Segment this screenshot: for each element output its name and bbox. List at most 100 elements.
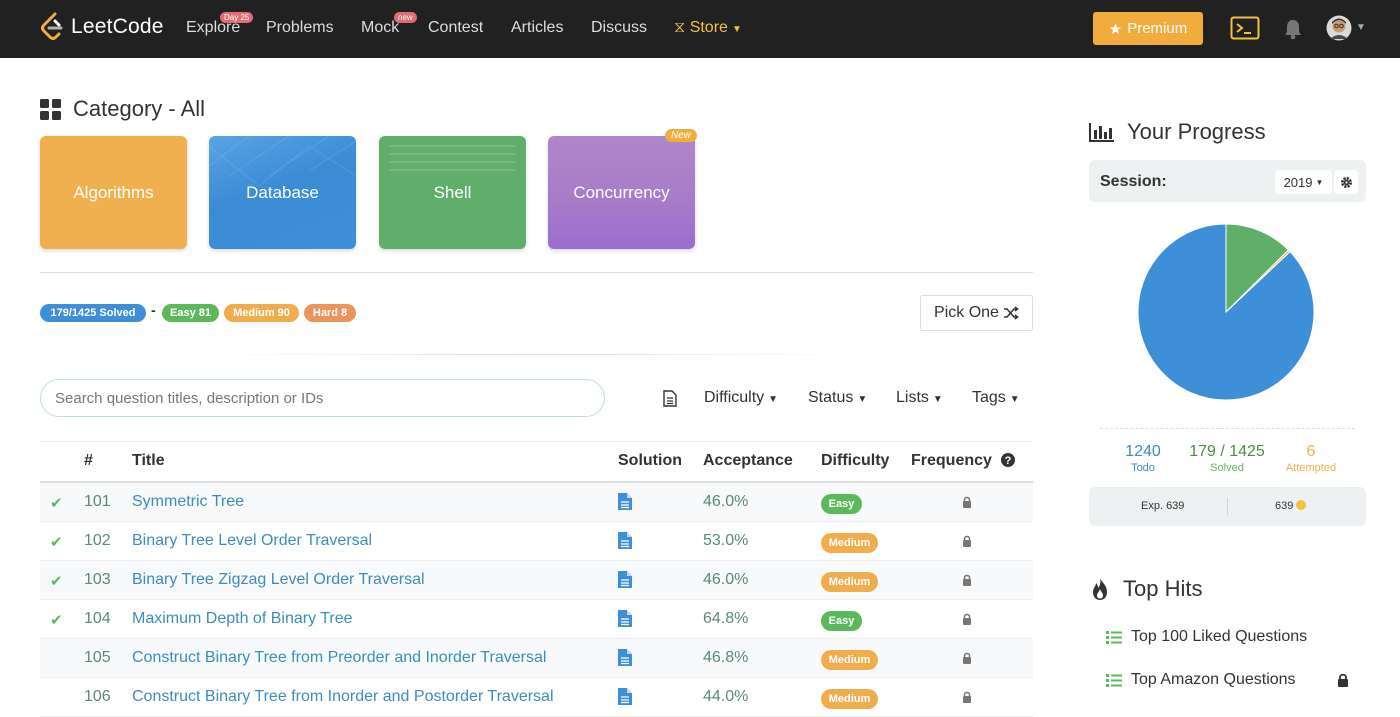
header-frequency[interactable]: Frequency ? [911, 452, 1016, 470]
progress-pie-chart [1137, 223, 1315, 401]
top-hits-header: Top Hits [1089, 576, 1202, 602]
session-select[interactable]: 2019 ▼ [1275, 170, 1332, 194]
table-row[interactable]: ✔ 102 Binary Tree Level Order Traversal 53.… [40, 522, 1033, 561]
header-acceptance[interactable]: Acceptance [703, 452, 793, 470]
solved-check-icon: ✔ [50, 573, 63, 590]
header-title[interactable]: Title [132, 452, 165, 470]
table-row[interactable]: 106 Construct Binary Tree from Inorder an… [40, 678, 1033, 717]
premium-button[interactable]: ★ Premium [1093, 12, 1203, 45]
shuffle-icon [1003, 306, 1019, 320]
tags-filter[interactable]: Tags ▼ [972, 389, 1020, 407]
divider [210, 354, 860, 355]
list-icon [1106, 673, 1122, 687]
chevron-down-icon: ▼ [932, 394, 943, 405]
lists-filter-label: Lists [896, 389, 929, 406]
gear-icon [1340, 176, 1352, 188]
header-difficulty[interactable]: Difficulty [821, 452, 889, 470]
nav-explore[interactable]: Explore Day 25 [186, 12, 254, 37]
nav-store[interactable]: ⧖ Store ▼ [674, 19, 742, 37]
session-value: 2019 [1283, 174, 1313, 190]
category-tile-algorithms[interactable]: Algorithms [40, 136, 187, 249]
chevron-down-icon: ▼ [731, 24, 742, 35]
question-title-link[interactable]: Symmetric Tree [132, 493, 244, 511]
bell-icon[interactable] [1284, 18, 1302, 40]
attempted-label: Attempted [1285, 462, 1337, 474]
solved-label: Solved [1210, 462, 1244, 474]
attempted-stat: 6 Attempted [1271, 443, 1351, 474]
premium-label: Premium [1127, 20, 1188, 37]
difficulty-badge: Medium [821, 689, 878, 709]
nav-contest[interactable]: Contest [428, 19, 483, 37]
table-row[interactable]: ✔ 101 Symmetric Tree 46.0% Easy [40, 483, 1033, 522]
acceptance-rate: 44.0% [703, 688, 749, 705]
lock-icon [963, 691, 971, 703]
table-row[interactable]: ✔ 103 Binary Tree Zigzag Level Order Trave… [40, 561, 1033, 600]
question-title-link[interactable]: Maximum Depth of Binary Tree [132, 610, 353, 628]
question-title-link[interactable]: Binary Tree Zigzag Level Order Traversal [132, 571, 425, 589]
easy-count-badge: Easy 81 [162, 304, 219, 322]
lists-filter[interactable]: Lists ▼ [896, 389, 943, 407]
category-title: Category - All [73, 96, 206, 121]
status-filter[interactable]: Status ▼ [808, 389, 867, 407]
nav-problems[interactable]: Problems [266, 19, 334, 37]
progress-header: Your Progress [1089, 119, 1266, 145]
category-tile-label: Shell [433, 182, 472, 202]
category-tile-concurrency[interactable]: Concurrency [548, 136, 695, 249]
tags-filter-label: Tags [972, 389, 1006, 406]
table-row[interactable]: ✔ 104 Maximum Depth of Binary Tree 64.8% Eas… [40, 600, 1033, 639]
session-settings-button[interactable] [1334, 170, 1358, 194]
help-icon[interactable]: ? [1001, 453, 1016, 467]
terminal-icon[interactable] [1230, 16, 1260, 40]
chevron-down-icon: ▼ [857, 394, 868, 405]
nav-discuss[interactable]: Discuss [591, 19, 647, 37]
divider [1100, 428, 1355, 429]
solution-document-icon[interactable] [618, 610, 632, 627]
star-icon: ★ [1108, 20, 1123, 38]
logo[interactable]: LeetCode [40, 12, 164, 42]
difficulty-badge: Medium [821, 533, 878, 553]
header-solution[interactable]: Solution [618, 452, 682, 470]
header-number[interactable]: # [84, 452, 93, 470]
nav-mock[interactable]: Mock new [361, 12, 417, 37]
difficulty-filter[interactable]: Difficulty ▼ [704, 389, 778, 407]
solution-document-icon[interactable] [618, 493, 632, 510]
category-tile-shell[interactable]: Shell [379, 136, 526, 249]
lock-icon [963, 496, 971, 508]
top-hit-label: Top 100 Liked Questions [1131, 628, 1308, 645]
avatar[interactable] [1326, 15, 1352, 41]
document-icon[interactable] [663, 390, 677, 407]
question-title-link[interactable]: Binary Tree Level Order Traversal [132, 532, 372, 550]
nav-store-label: Store [689, 19, 728, 36]
divider [1227, 498, 1228, 516]
header-frequency-label: Frequency [911, 452, 992, 469]
nav-mock-label: Mock [361, 19, 400, 36]
nav-articles[interactable]: Articles [511, 19, 563, 37]
category-tile-label: Concurrency [573, 182, 670, 202]
pick-one-label: Pick One [934, 304, 999, 321]
question-title-link[interactable]: Construct Binary Tree from Inorder and P… [132, 688, 554, 706]
coins-display: 639 [1275, 500, 1307, 512]
lock-icon [963, 574, 971, 586]
solution-document-icon[interactable] [618, 532, 632, 549]
solution-document-icon[interactable] [618, 649, 632, 666]
solution-document-icon[interactable] [618, 688, 632, 705]
solved-check-icon: ✔ [50, 495, 63, 512]
acceptance-rate: 46.0% [703, 493, 749, 510]
question-title-link[interactable]: Construct Binary Tree from Preorder and … [132, 649, 546, 667]
question-id: 101 [84, 493, 111, 510]
table-row[interactable]: 105 Construct Binary Tree from Preorder a… [40, 639, 1033, 678]
category-tile-database[interactable]: Database [209, 136, 356, 249]
question-id: 105 [84, 649, 111, 666]
solution-document-icon[interactable] [618, 571, 632, 588]
top-hit-label: Top Amazon Questions [1131, 671, 1296, 688]
logo-text: LeetCode [71, 15, 164, 38]
difficulty-badge: Easy [821, 494, 862, 514]
pick-one-button[interactable]: Pick One [920, 295, 1033, 331]
chevron-down-icon[interactable]: ▼ [1356, 22, 1366, 33]
experience-box: Exp. 639 639 [1089, 487, 1366, 526]
category-header: Category - All [40, 96, 205, 122]
top-hit-item[interactable]: Top Amazon Questions [1106, 671, 1296, 689]
top-hit-item[interactable]: Top 100 Liked Questions [1106, 628, 1307, 646]
coins-value: 639 [1275, 500, 1294, 512]
search-input[interactable] [40, 379, 605, 417]
